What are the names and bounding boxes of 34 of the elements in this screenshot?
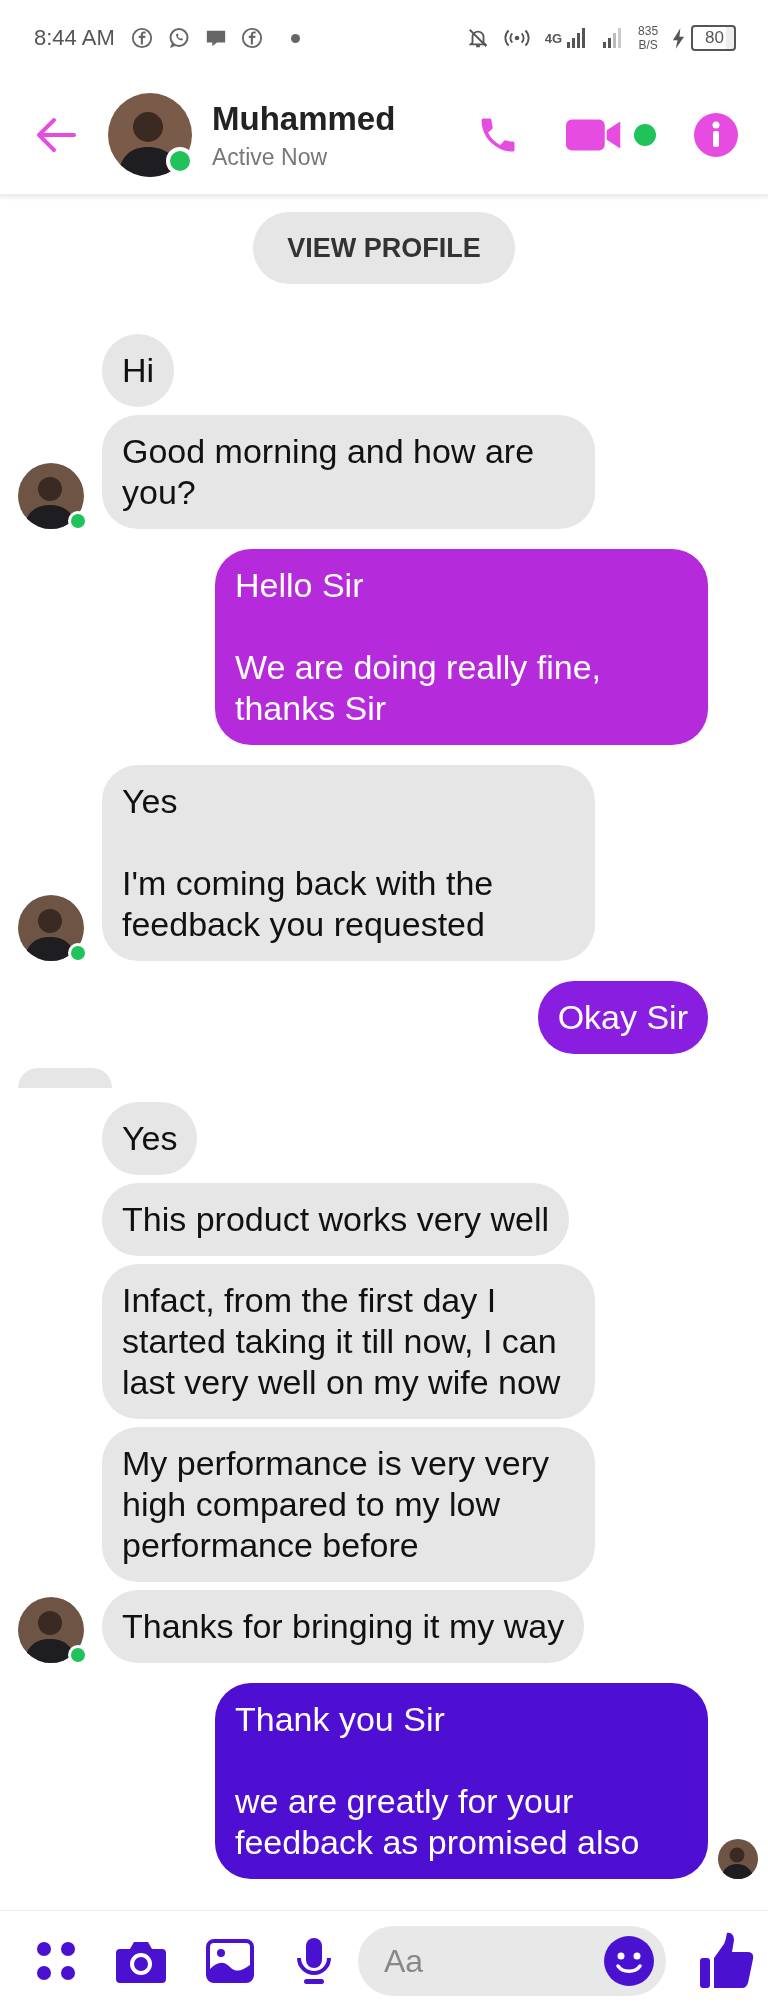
message-bubble: Thank you Sir we are greatly for your feedback as promised also <box>215 1683 708 1879</box>
message-bubble: Hello Sir We are doing really fine, thanks Sir <box>215 549 708 745</box>
muted-bell-icon <box>466 27 489 49</box>
image-icon[interactable] <box>206 1939 254 1983</box>
view-profile-button[interactable]: VIEW PROFILE <box>253 212 515 284</box>
message-bubble: This product works very well <box>102 1183 569 1256</box>
message-bubble: Okay Sir <box>537 981 708 1054</box>
chat-bubble-icon <box>166 26 191 50</box>
hotspot-icon <box>502 28 531 48</box>
thumbs-up-icon[interactable] <box>700 1932 756 1990</box>
message-bubble: Yes I'm coming back with the feedback you requested <box>102 765 595 961</box>
facebook-icon <box>130 27 153 49</box>
info-icon[interactable] <box>694 113 738 157</box>
message-bubble: Infact, from the first day I started taking it till now, I can last very well on my wife now <box>102 1264 595 1419</box>
emoji-icon[interactable] <box>604 1936 654 1986</box>
network-type: 4G <box>544 31 563 45</box>
active-status: Active Now <box>212 143 329 171</box>
message-bubble: Good morning and how are you? <box>102 415 595 529</box>
message-bubble: My performance is very very high compared to my low performance before <box>102 1427 595 1582</box>
message-bubble: Hi <box>102 334 175 407</box>
message-input[interactable]: Aa <box>358 1926 666 1996</box>
speed-unit: B/S <box>638 38 658 52</box>
battery-level: 80 <box>691 25 736 51</box>
microphone-icon[interactable] <box>294 1936 334 1986</box>
message-bubble: Yes <box>102 1102 198 1175</box>
status-time: 8:44 AM <box>34 25 115 51</box>
speed-value: 835 <box>638 24 659 38</box>
contact-name: Muhammed <box>212 99 396 138</box>
charging-icon <box>672 27 686 49</box>
facebook-icon <box>240 27 263 49</box>
camera-icon[interactable] <box>116 1939 166 1983</box>
message-bubble: Thanks for bringing it my way <box>102 1590 585 1663</box>
apps-grid-icon[interactable] <box>36 1941 76 1981</box>
notification-dot-icon <box>290 33 300 43</box>
